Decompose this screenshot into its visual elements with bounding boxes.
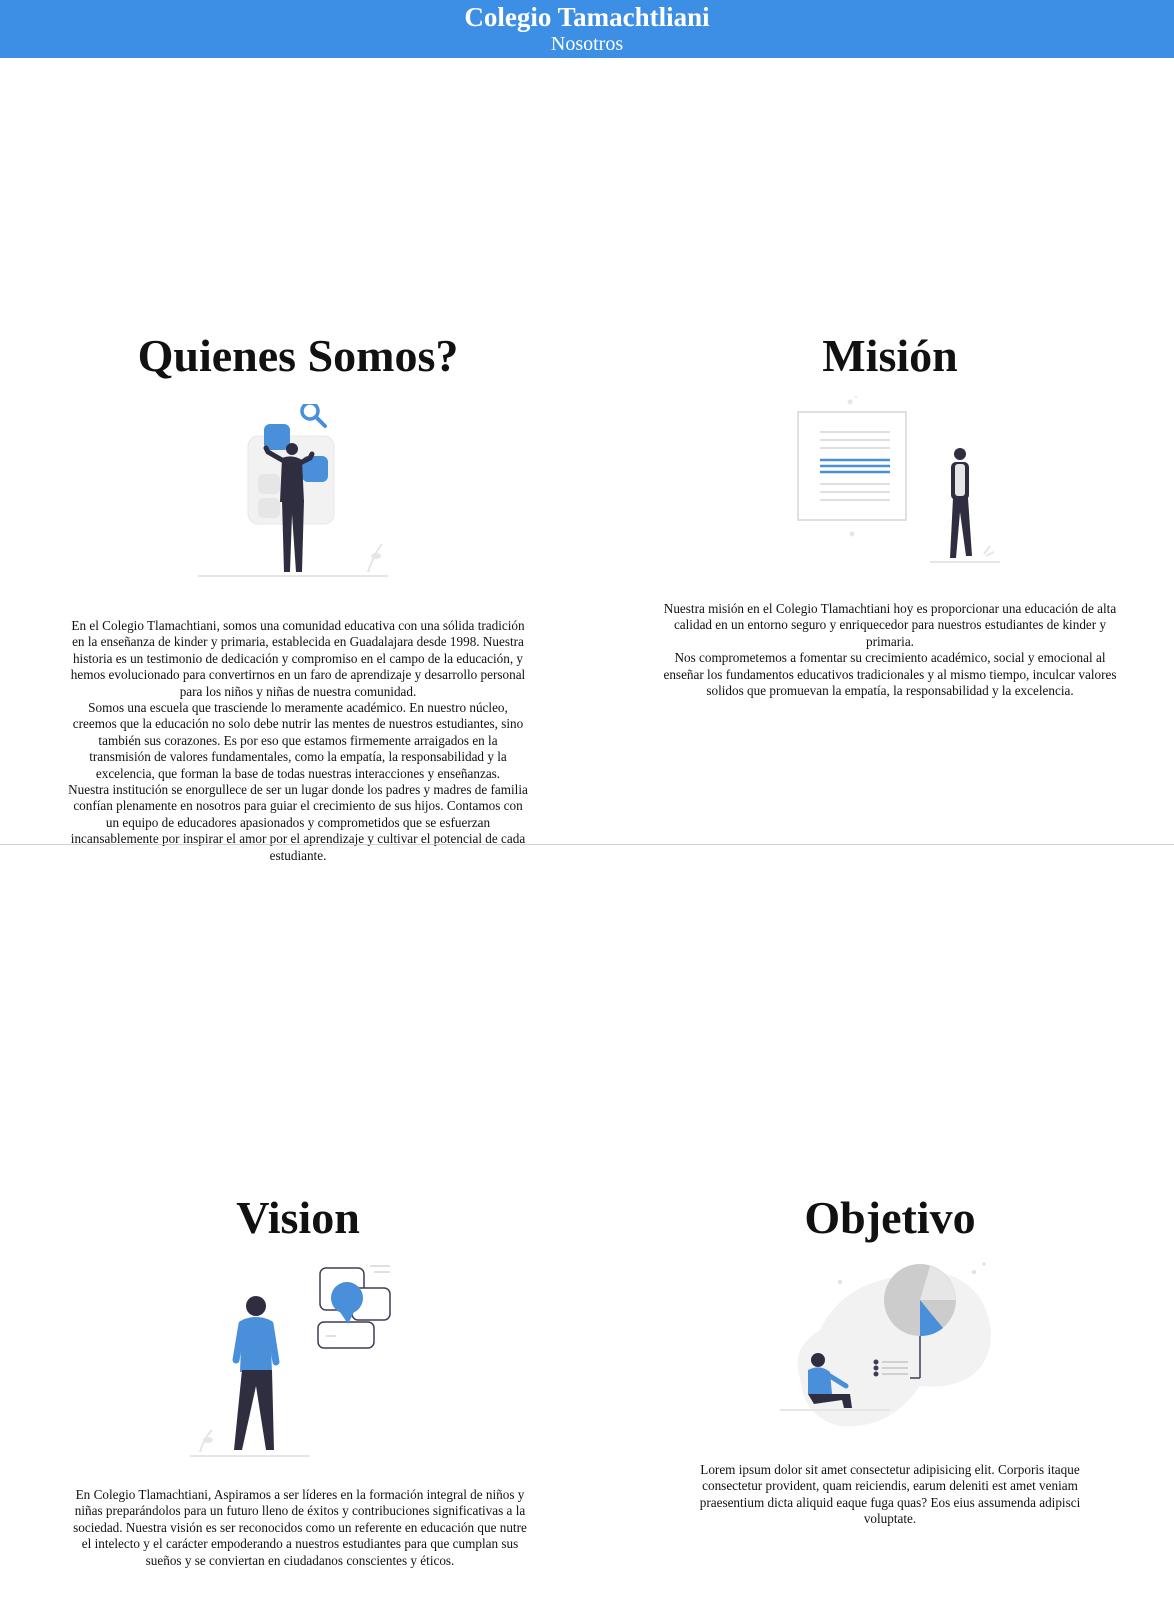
paragraph: Nuestra misión en el Colegio Tlamachtian… — [663, 601, 1117, 649]
site-title: Colegio Tamachtliani — [464, 2, 710, 32]
paragraph: Nos comprometemos a fomentar su crecimie… — [663, 650, 1117, 699]
section-text: Nuestra misión en el Colegio Tlamachtian… — [660, 601, 1120, 699]
section-text: En Colegio Tlamachtiani, Aspiramos a ser… — [70, 1487, 530, 1569]
section-heading: Vision — [236, 1192, 360, 1243]
paragraph: Nuestra institución se enorgullece de se… — [68, 782, 528, 863]
page-subtitle: Nosotros — [550, 33, 624, 55]
section-heading: Misión — [822, 330, 958, 381]
section-heading: Quienes Somos? — [137, 330, 459, 381]
person-document-illustration — [797, 396, 1000, 563]
site-header: Colegio Tamachtliani Nosotros — [0, 0, 1174, 58]
section-text: En el Colegio Tlamachtiani, somos una co… — [68, 618, 528, 864]
paragraph: En el Colegio Tlamachtiani, somos una co… — [70, 618, 526, 699]
section-text: Lorem ipsum dolor sit amet consectetur a… — [680, 1462, 1100, 1528]
section-divider — [0, 844, 1174, 845]
person-pie-chart-illustration — [780, 1262, 991, 1427]
person-search-illustration — [198, 404, 388, 577]
paragraph: Somos una escuela que trasciende lo mera… — [72, 700, 524, 781]
paragraph: En Colegio Tlamachtiani, Aspiramos a ser… — [73, 1487, 527, 1568]
paragraph: Lorem ipsum dolor sit amet consectetur a… — [699, 1462, 1081, 1527]
person-ideas-illustration — [190, 1265, 391, 1457]
section-heading: Objetivo — [804, 1192, 976, 1243]
